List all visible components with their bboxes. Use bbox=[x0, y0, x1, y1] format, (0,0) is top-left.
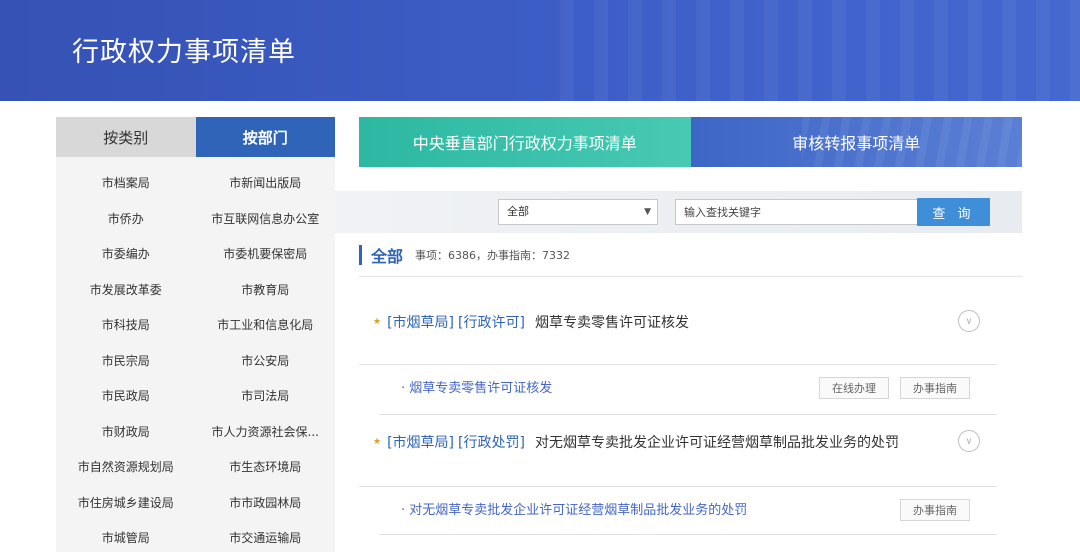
department-item[interactable]: 市自然资源规划局 bbox=[56, 449, 196, 485]
department-item[interactable]: 市城管局 bbox=[56, 520, 196, 556]
department-item[interactable]: 市发展改革委 bbox=[56, 272, 196, 308]
list-item[interactable]: ★ [市烟草局] [行政许可] 烟草专卖零售许可证核发 ∨ bbox=[359, 277, 997, 365]
search-bar: 全部 ▼ 查 询 bbox=[335, 191, 1022, 233]
page-title: 行政权力事项清单 bbox=[72, 37, 296, 68]
category-select[interactable]: 全部 ▼ bbox=[498, 199, 658, 225]
chevron-down-icon: ▼ bbox=[644, 207, 651, 217]
dept-tag: [市烟草局] bbox=[387, 315, 455, 331]
tab-label: 审核转报事项清单 bbox=[792, 134, 921, 153]
department-item[interactable]: 市交通运输局 bbox=[196, 520, 336, 556]
dept-tag: [市烟草局] bbox=[387, 435, 455, 451]
department-item[interactable]: 市人力资源社会保... bbox=[196, 414, 336, 450]
department-sidebar: 按类别 按部门 市档案局 市新闻出版局 市侨办 市互联网信息办公室 市委编办 市… bbox=[56, 117, 335, 552]
department-item[interactable]: 市互联网信息办公室 bbox=[196, 201, 336, 237]
result-summary: 全部 事项：6386，办事指南：7332 bbox=[359, 243, 570, 267]
service-guide-button[interactable]: 办事指南 bbox=[900, 377, 970, 399]
department-item[interactable]: 市教育局 bbox=[196, 272, 336, 308]
sidebar-tabs: 按类别 按部门 bbox=[56, 117, 335, 157]
online-handle-button[interactable]: 在线办理 bbox=[819, 377, 889, 399]
header-decoration bbox=[560, 0, 1080, 101]
department-item[interactable]: 市工业和信息化局 bbox=[196, 307, 336, 343]
item-header: ★ [市烟草局] [行政许可] 烟草专卖零售许可证核发 bbox=[373, 312, 689, 332]
department-item[interactable]: 市档案局 bbox=[56, 165, 196, 201]
type-tag: [行政处罚] bbox=[458, 435, 525, 451]
department-item[interactable]: 市生态环境局 bbox=[196, 449, 336, 485]
page-header: 行政权力事项清单 bbox=[0, 0, 1080, 101]
department-item[interactable]: 市民政局 bbox=[56, 378, 196, 414]
department-item[interactable]: 市科技局 bbox=[56, 307, 196, 343]
department-item[interactable]: 市市政园林局 bbox=[196, 485, 336, 521]
item-title: 对无烟草专卖批发企业许可证经营烟草制品批发业务的处罚 bbox=[534, 435, 899, 451]
star-icon: ★ bbox=[373, 437, 382, 447]
tab-central-vertical-list[interactable]: 中央垂直部门行政权力事项清单 bbox=[359, 117, 691, 167]
sub-item: · 对无烟草专卖批发企业许可证经营烟草制品批发业务的处罚 办事指南 bbox=[379, 486, 997, 535]
item-header: ★ [市烟草局] [行政处罚] 对无烟草专卖批发企业许可证经营烟草制品批发业务的… bbox=[373, 432, 899, 452]
summary-heading: 全部 bbox=[371, 247, 404, 266]
summary-stats: 事项：6386，办事指南：7332 bbox=[415, 249, 571, 262]
department-item[interactable]: 市委编办 bbox=[56, 236, 196, 272]
department-item[interactable]: 市民宗局 bbox=[56, 343, 196, 379]
select-value: 全部 bbox=[507, 205, 529, 218]
department-item[interactable]: 市侨办 bbox=[56, 201, 196, 237]
item-title: 烟草专卖零售许可证核发 bbox=[534, 315, 689, 331]
tab-by-category[interactable]: 按类别 bbox=[56, 117, 196, 157]
department-item[interactable]: 市司法局 bbox=[196, 378, 336, 414]
chevron-down-icon[interactable]: ∨ bbox=[958, 310, 980, 332]
department-item[interactable]: 市财政局 bbox=[56, 414, 196, 450]
department-item[interactable]: 市新闻出版局 bbox=[196, 165, 336, 201]
list-type-tabs: 中央垂直部门行政权力事项清单 审核转报事项清单 bbox=[359, 117, 1022, 167]
service-guide-button[interactable]: 办事指南 bbox=[900, 499, 970, 521]
list-item[interactable]: ★ [市烟草局] [行政处罚] 对无烟草专卖批发企业许可证经营烟草制品批发业务的… bbox=[359, 414, 997, 487]
department-item[interactable]: 市住房城乡建设局 bbox=[56, 485, 196, 521]
search-button[interactable]: 查 询 bbox=[917, 198, 990, 226]
tab-by-department[interactable]: 按部门 bbox=[195, 117, 335, 157]
search-input[interactable] bbox=[675, 199, 917, 225]
sub-item-link[interactable]: · 烟草专卖零售许可证核发 bbox=[401, 377, 552, 396]
sub-item-link[interactable]: · 对无烟草专卖批发企业许可证经营烟草制品批发业务的处罚 bbox=[401, 499, 747, 518]
summary-accent-bar bbox=[359, 245, 362, 265]
type-tag: [行政许可] bbox=[458, 315, 525, 331]
department-item[interactable]: 市公安局 bbox=[196, 343, 336, 379]
star-icon: ★ bbox=[373, 317, 382, 327]
department-item[interactable]: 市委机要保密局 bbox=[196, 236, 336, 272]
sub-item: · 烟草专卖零售许可证核发 在线办理 办事指南 bbox=[379, 364, 997, 415]
tab-label: 中央垂直部门行政权力事项清单 bbox=[412, 134, 637, 153]
tab-review-forward-list[interactable]: 审核转报事项清单 bbox=[690, 117, 1022, 167]
chevron-down-icon[interactable]: ∨ bbox=[958, 430, 980, 452]
department-list: 市档案局 市新闻出版局 市侨办 市互联网信息办公室 市委编办 市委机要保密局 市… bbox=[56, 157, 335, 556]
